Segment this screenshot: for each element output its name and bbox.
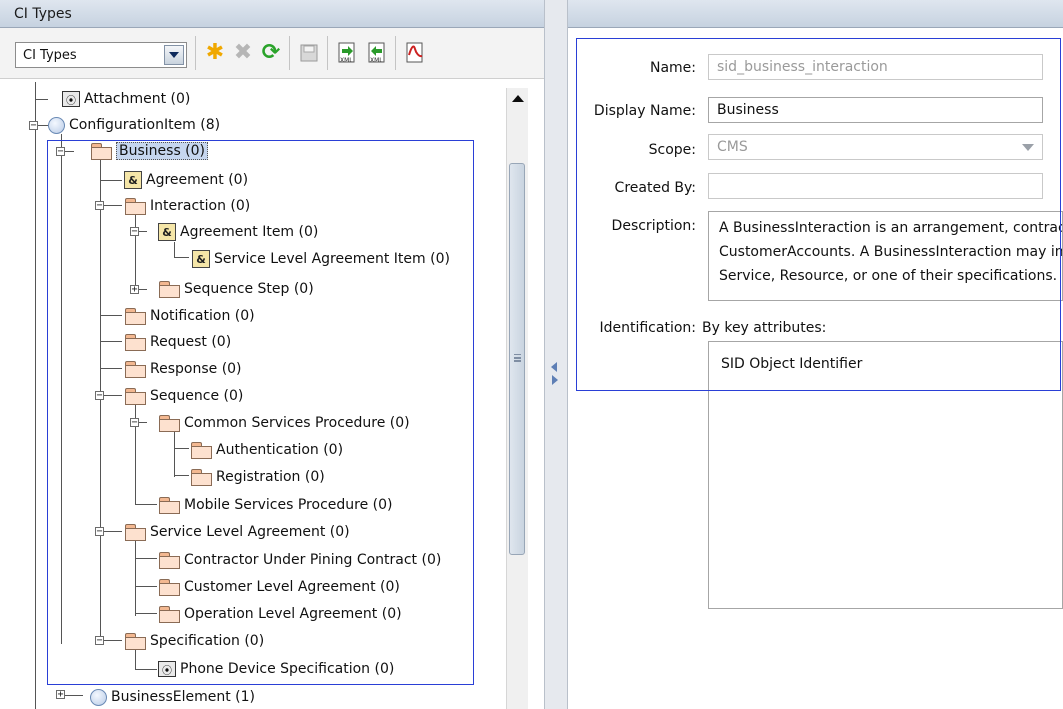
tree-scrollbar[interactable] bbox=[506, 88, 528, 709]
svg-text:XML: XML bbox=[340, 57, 353, 64]
toolbar-separator bbox=[289, 36, 290, 70]
attachment-icon: ⦿ bbox=[62, 91, 80, 107]
tree-node-businesselement[interactable]: BusinessElement (1) bbox=[90, 686, 255, 708]
import-xml-icon[interactable]: XML bbox=[334, 39, 360, 67]
dropdown-value: CI Types bbox=[23, 48, 77, 63]
ci-type-properties-panel: Name: sid_business_interaction Display N… bbox=[568, 0, 1063, 709]
globe-icon bbox=[48, 116, 65, 134]
delete-x-icon[interactable]: ✖ bbox=[230, 39, 256, 67]
scroll-up-icon[interactable] bbox=[509, 90, 526, 107]
panel-splitter[interactable] bbox=[544, 0, 568, 709]
highlight-rectangle bbox=[576, 38, 1061, 391]
expand-toggle[interactable]: + bbox=[56, 690, 65, 700]
toolbar-separator bbox=[195, 36, 196, 70]
node-label: Attachment (0) bbox=[84, 91, 191, 107]
grip-icon bbox=[514, 354, 521, 356]
collapse-toggle[interactable]: − bbox=[29, 121, 38, 131]
export-xml-icon[interactable]: XML bbox=[364, 39, 390, 67]
ci-types-dropdown[interactable]: CI Types bbox=[15, 42, 187, 68]
export-pdf-icon[interactable] bbox=[402, 39, 428, 67]
collapse-right-icon[interactable] bbox=[552, 375, 558, 385]
panel-title-bar: CI Types bbox=[0, 0, 544, 28]
highlight-rectangle bbox=[47, 140, 474, 685]
scroll-thumb[interactable] bbox=[509, 163, 525, 555]
panel-title: CI Types bbox=[14, 6, 72, 22]
collapse-left-icon[interactable] bbox=[551, 362, 557, 372]
ci-types-panel: CI Types CI Types ✱ ✖ ⟳ XML XML − − − − … bbox=[0, 0, 544, 709]
new-star-icon[interactable]: ✱ bbox=[202, 39, 228, 67]
chevron-down-icon[interactable] bbox=[164, 45, 184, 65]
node-label: BusinessElement (1) bbox=[111, 689, 255, 705]
svg-text:XML: XML bbox=[370, 57, 383, 64]
tree-node-configurationitem[interactable]: ConfigurationItem (8) bbox=[48, 114, 220, 136]
node-label: ConfigurationItem (8) bbox=[69, 117, 221, 133]
tree-node-attachment[interactable]: ⦿ Attachment (0) bbox=[62, 88, 190, 110]
toolbar-separator bbox=[395, 36, 396, 70]
refresh-icon[interactable]: ⟳ bbox=[258, 39, 284, 67]
toolbar-separator bbox=[327, 36, 328, 70]
properties-title-bar bbox=[568, 0, 1063, 28]
save-icon[interactable] bbox=[296, 39, 322, 67]
globe-icon bbox=[90, 688, 107, 706]
toolbar: CI Types ✱ ✖ ⟳ XML XML bbox=[0, 28, 544, 79]
